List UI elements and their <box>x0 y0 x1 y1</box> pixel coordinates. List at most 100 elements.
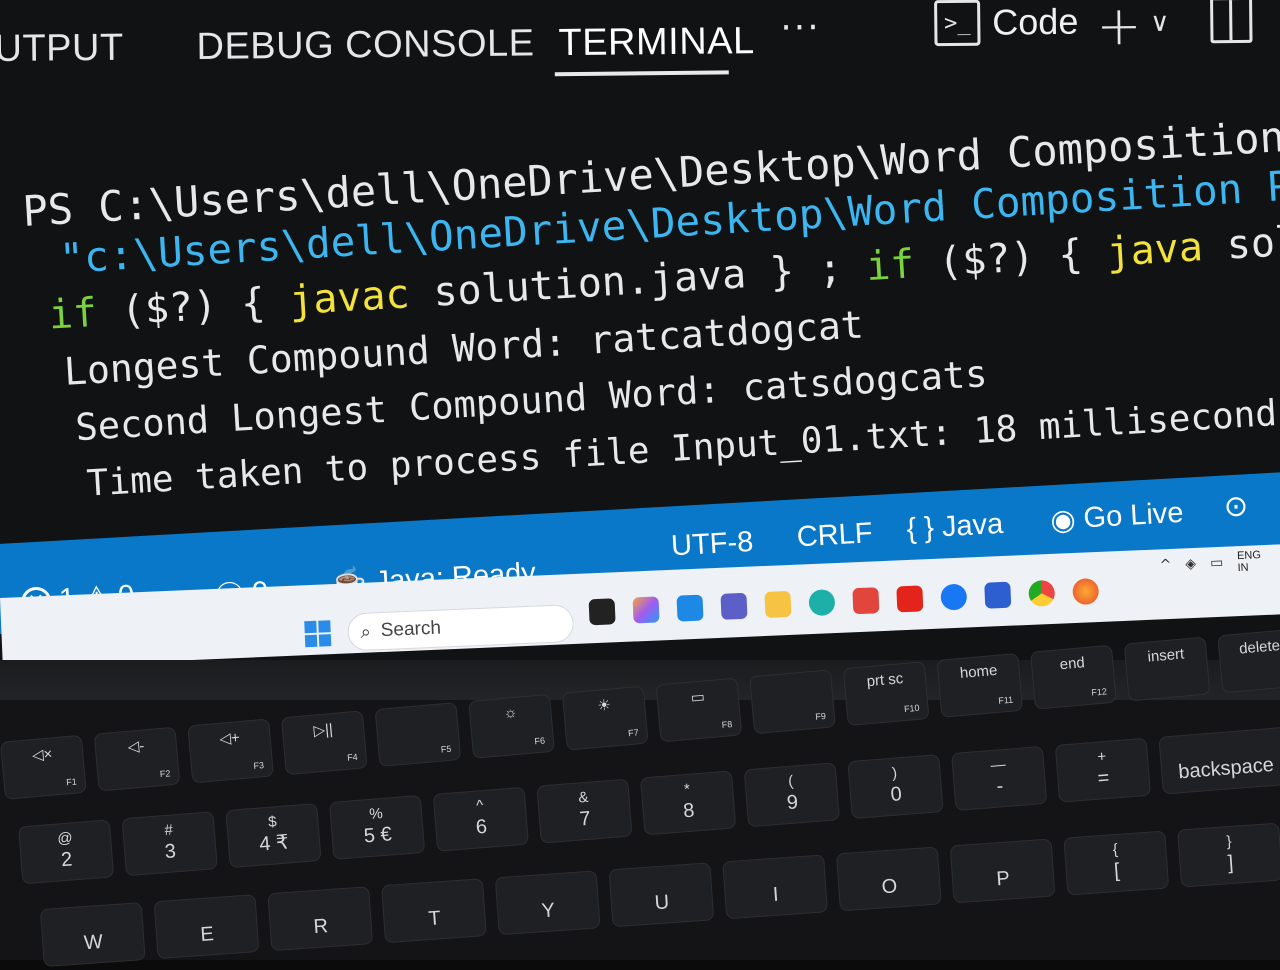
keyboard-key[interactable]: & 7 <box>536 778 633 844</box>
key-label: 8 <box>682 799 696 823</box>
language-label: Java <box>941 507 1005 544</box>
mcafee-icon[interactable] <box>852 587 880 615</box>
keyboard-key[interactable]: + = <box>1054 737 1152 803</box>
keyboard-key[interactable]: delete <box>1217 628 1280 694</box>
command-args: solution <box>1225 211 1280 269</box>
keyboard-key[interactable]: #3 <box>121 811 218 877</box>
language-mode[interactable]: { } Java <box>906 508 1004 546</box>
key-secondary-label: home <box>959 661 999 683</box>
key-fn-label: F5 <box>440 743 452 755</box>
keyboard-key[interactable]: F5 <box>374 702 462 768</box>
key-fn-label: F4 <box>346 751 359 763</box>
keyboard-key[interactable]: I <box>722 854 829 920</box>
edge-icon[interactable] <box>808 589 836 617</box>
language-code: ENG <box>1236 549 1262 563</box>
key-label: = <box>1096 766 1111 790</box>
key-label: 3 <box>163 840 177 864</box>
encoding-selector[interactable]: UTF-8 <box>670 526 754 564</box>
keyboard-key[interactable]: P <box>949 838 1056 904</box>
search-placeholder: Search <box>380 617 442 642</box>
key-label: backspace <box>1177 753 1275 784</box>
keyboard-key[interactable]: end F12 <box>1030 644 1117 710</box>
keyboard-key[interactable]: ) 0 <box>847 754 944 820</box>
keyboard-key[interactable]: T <box>381 878 487 944</box>
keyboard-key[interactable]: (9 <box>743 762 840 828</box>
broadcast-icon: ◉ <box>1049 503 1077 538</box>
key-fn-label: F9 <box>814 710 827 722</box>
system-tray: ^ ◈ ▭ ENG IN <box>1159 549 1262 577</box>
copilot-icon[interactable] <box>632 596 660 624</box>
key-label: T <box>427 907 442 931</box>
file-explorer-icon[interactable] <box>764 590 792 618</box>
key-secondary-label: ☀ <box>596 696 612 715</box>
command-java: java <box>1105 224 1205 276</box>
condition-text: ($?) { <box>912 229 1108 288</box>
keyboard-key[interactable]: ☼ F6 <box>468 693 555 759</box>
keyboard-key[interactable]: — - <box>951 745 1048 811</box>
store-icon[interactable] <box>984 581 1012 609</box>
keyboard-key[interactable]: backspace <box>1158 726 1280 795</box>
taskbar-search[interactable]: ⌕ Search <box>346 604 575 652</box>
keyboard-key[interactable]: insert <box>1123 636 1211 702</box>
keyboard-key[interactable]: }] <box>1177 822 1280 888</box>
keyboard-key[interactable]: F9 <box>749 669 836 735</box>
key-label: 2 <box>60 848 74 872</box>
region-code: IN <box>1237 561 1249 575</box>
search-icon: ⌕ <box>360 621 372 643</box>
keyboard-key[interactable]: E <box>153 894 260 960</box>
keyboard: ◁× F1 ◁- F2 ◁+ F3 ▷|| F4 F5 ☼ F6 ☀ F7 ▭ F8 F9 prt sc F10 h… <box>0 628 1280 968</box>
key-fn-label: F11 <box>997 694 1014 706</box>
key-secondary-label: insert <box>1146 645 1185 666</box>
keyboard-key[interactable]: ◁+ F3 <box>187 718 275 784</box>
key-fn-label: F7 <box>627 727 640 739</box>
keyboard-key[interactable]: O <box>835 846 942 912</box>
keyboard-key[interactable]: * 8 <box>640 770 737 836</box>
key-secondary-label: ◁- <box>126 737 145 756</box>
chrome-icon[interactable] <box>1028 579 1056 607</box>
keyboard-key[interactable]: ▭ F8 <box>655 677 743 743</box>
app-icon[interactable] <box>588 598 616 626</box>
key-label: W <box>83 930 104 955</box>
condition-text: ($?) { <box>95 278 291 336</box>
keyboard-key[interactable]: R <box>267 886 374 952</box>
eol-selector[interactable]: CRLF <box>796 517 873 554</box>
go-live-button[interactable]: ◉ Go Live <box>1049 496 1184 538</box>
keyboard-key[interactable]: ^ 6 <box>432 786 529 852</box>
key-label: R <box>312 915 329 939</box>
keyboard-key[interactable]: prt sc F10 <box>842 661 930 727</box>
keyboard-key[interactable]: $4 ₹ <box>225 803 322 869</box>
key-label: P <box>995 867 1011 891</box>
display-icon[interactable]: ▭ <box>1210 555 1224 572</box>
key-secondary-label: ◁+ <box>218 729 241 748</box>
keyboard-key[interactable]: U <box>608 862 715 928</box>
keyboard-key[interactable]: % 5 € <box>328 794 426 860</box>
keyboard-key[interactable]: ◁× F1 <box>0 734 87 800</box>
youtube-icon[interactable] <box>896 585 924 613</box>
keyboard-key[interactable]: Y <box>494 870 601 936</box>
key-label: 6 <box>475 815 488 839</box>
key-secondary-label: delete <box>1238 637 1280 658</box>
keyboard-key[interactable]: ☀ F7 <box>561 685 649 751</box>
more-status-icon[interactable]: ⊙ <box>1223 488 1249 524</box>
key-label: O <box>880 875 898 899</box>
network-icon[interactable]: ◈ <box>1185 556 1196 572</box>
firefox-icon[interactable] <box>1072 577 1100 606</box>
keyboard-key[interactable]: {[ <box>1063 830 1170 896</box>
windows-start-icon[interactable] <box>304 620 332 648</box>
chevron-up-icon[interactable]: ^ <box>1159 557 1171 573</box>
facebook-icon[interactable] <box>940 583 968 611</box>
key-label: 7 <box>578 807 592 831</box>
keyboard-key[interactable]: W <box>39 902 146 968</box>
key-label: [ <box>1113 859 1121 883</box>
key-fn-label: F6 <box>534 735 546 747</box>
teams-icon[interactable] <box>720 592 748 620</box>
keyboard-key[interactable]: ◁- F2 <box>93 726 181 792</box>
keyboard-key[interactable]: ▷|| F4 <box>280 710 368 776</box>
language-indicator[interactable]: ENG IN <box>1237 549 1262 574</box>
key-label: I <box>772 883 780 907</box>
command-javac: javac <box>287 271 411 325</box>
keyboard-key[interactable]: @2 <box>17 819 115 885</box>
vscode-icon[interactable] <box>676 594 704 622</box>
key-label: ] <box>1227 851 1235 875</box>
keyboard-key[interactable]: home F11 <box>936 652 1024 718</box>
